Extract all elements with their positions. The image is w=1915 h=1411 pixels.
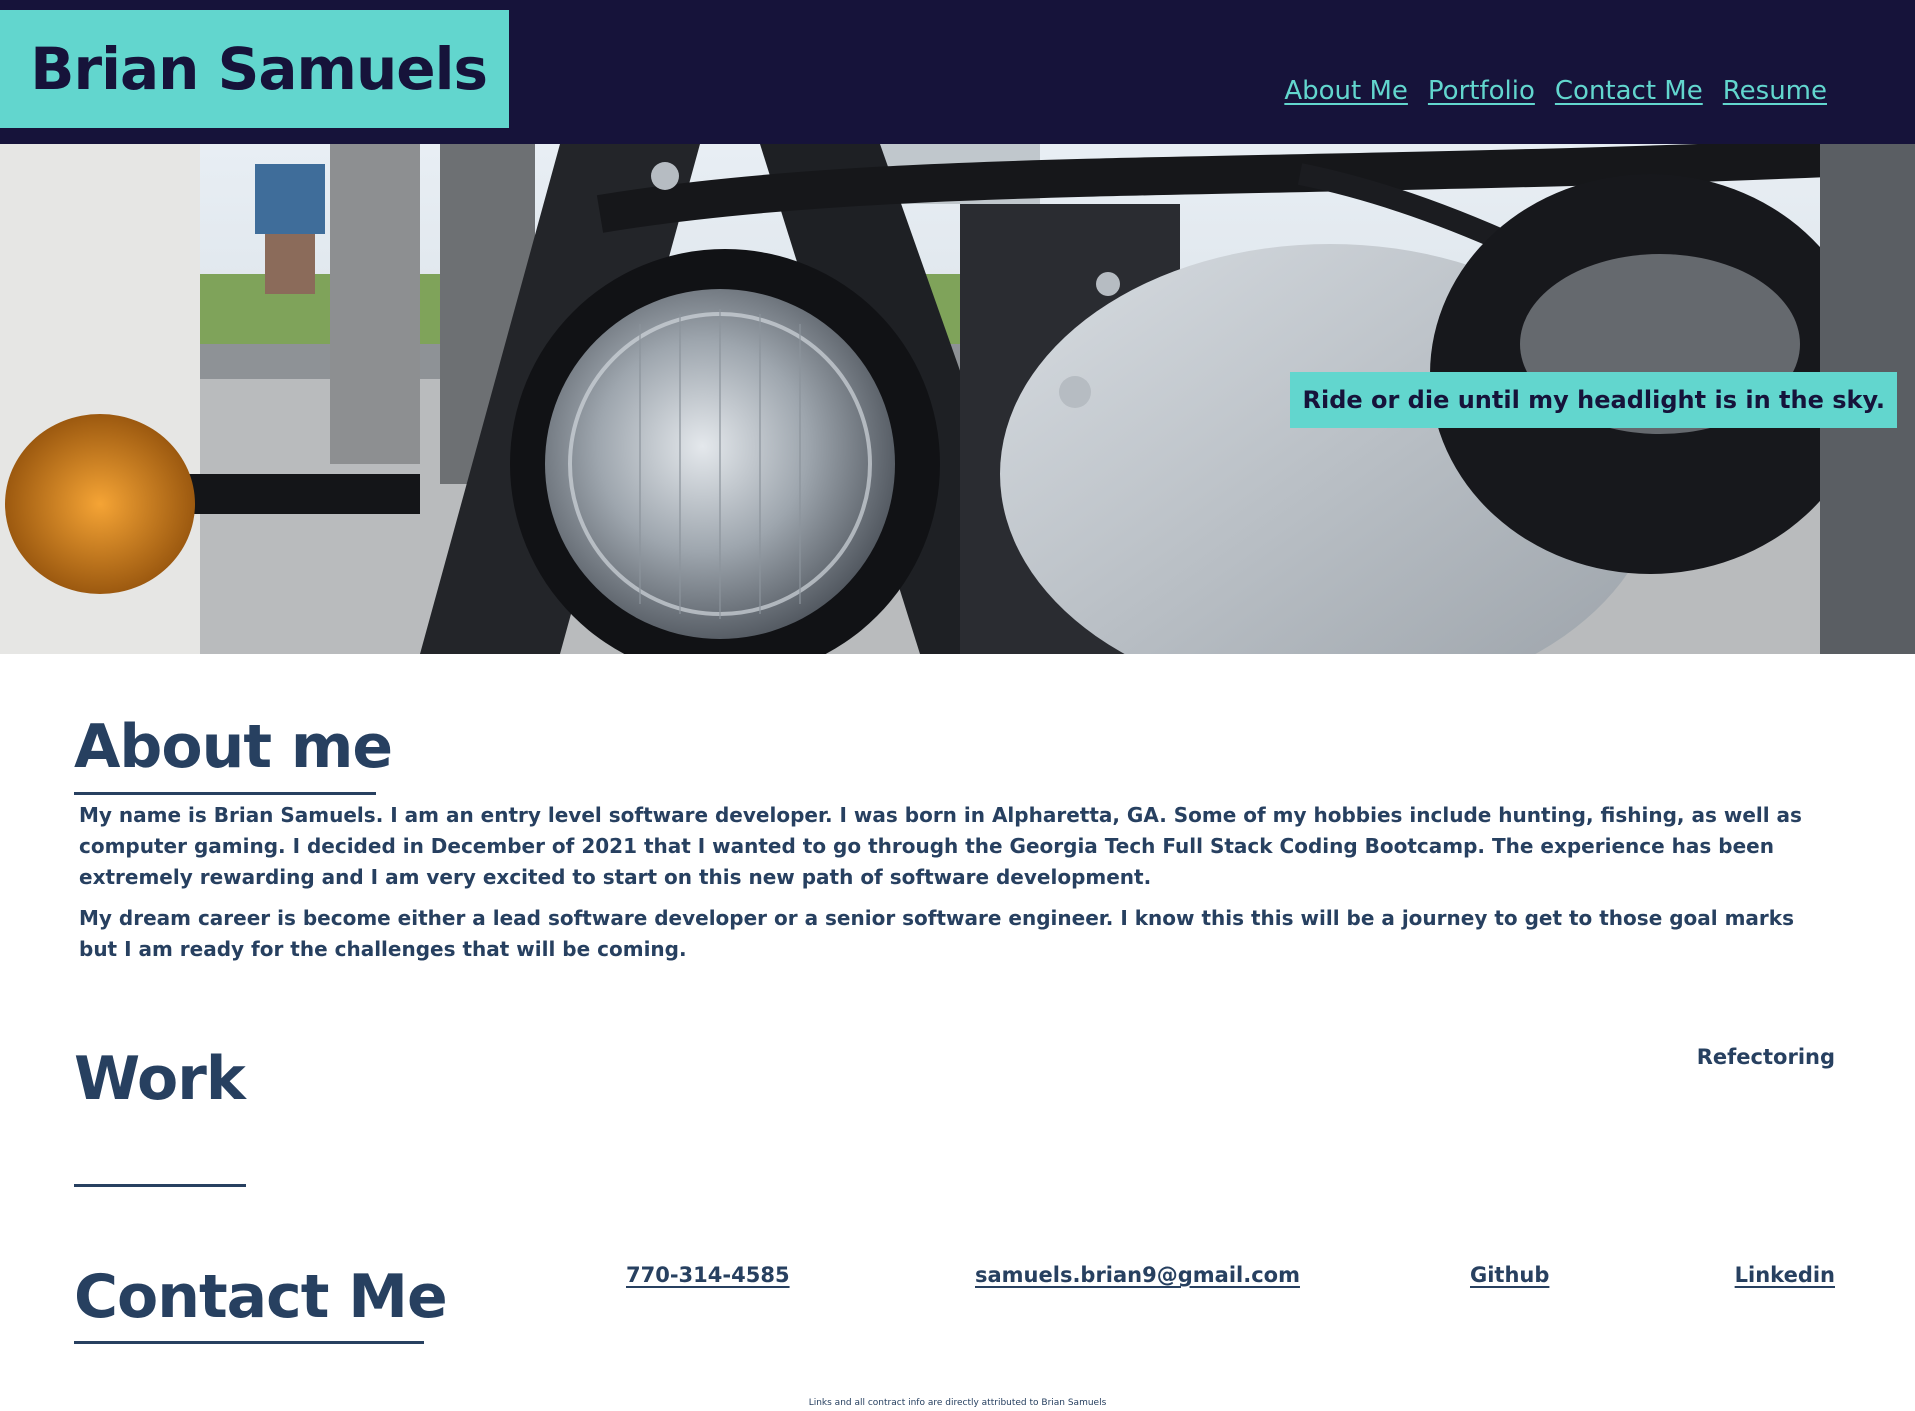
about-text: My name is Brian Samuels. I am an entry … (79, 800, 1839, 975)
main-nav: About Me Portfolio Contact Me Resume (1284, 76, 1827, 106)
contact-phone-link[interactable]: 770-314-4585 (626, 1263, 790, 1287)
hero-banner: Ride or die until my headlight is in the… (0, 144, 1915, 654)
nav-portfolio-link[interactable]: Portfolio (1428, 76, 1535, 106)
work-heading: Work (74, 1044, 246, 1114)
brand-block: Brian Samuels (0, 10, 509, 128)
about-heading-underline (74, 792, 376, 795)
work-heading-underline (74, 1184, 246, 1187)
nav-resume-link[interactable]: Resume (1723, 76, 1827, 106)
footer-note: Links and all contract info are directly… (808, 1398, 1107, 1408)
contact-linkedin-link[interactable]: Linkedin (1735, 1263, 1835, 1287)
about-heading: About me (74, 712, 393, 782)
site-header: Brian Samuels About Me Portfolio Contact… (0, 0, 1915, 144)
brand-name: Brian Samuels (30, 35, 488, 103)
contact-heading: Contact Me (74, 1262, 448, 1332)
contact-heading-underline (74, 1341, 424, 1344)
nav-contact-me-link[interactable]: Contact Me (1555, 76, 1703, 106)
nav-about-me-link[interactable]: About Me (1284, 76, 1408, 106)
contact-github-link[interactable]: Github (1470, 1263, 1549, 1287)
contact-email-link[interactable]: samuels.brian9@gmail.com (975, 1263, 1300, 1287)
about-paragraph-1: My name is Brian Samuels. I am an entry … (79, 803, 1802, 889)
about-paragraph-2: My dream career is become either a lead … (79, 906, 1794, 961)
hero-tagline: Ride or die until my headlight is in the… (1290, 372, 1897, 428)
work-item-refectoring[interactable]: Refectoring (1697, 1045, 1835, 1069)
